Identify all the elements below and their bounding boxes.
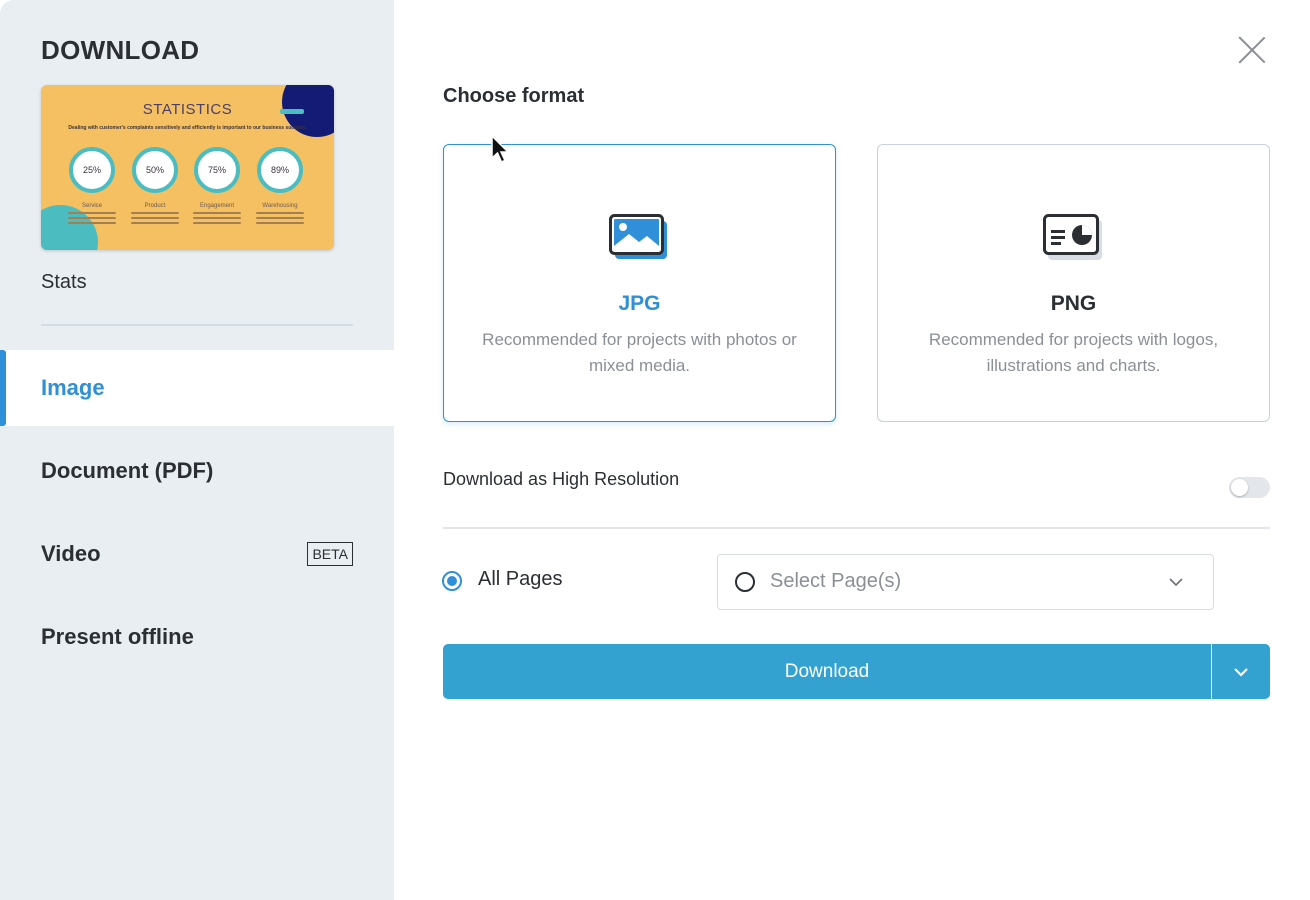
thumbnail-stat-description [62, 212, 122, 226]
format-name: PNG [1050, 292, 1097, 315]
download-button[interactable]: Download [443, 644, 1211, 699]
nav-item-label: Present offline [41, 624, 194, 649]
choose-format-heading: Choose format [443, 85, 585, 107]
chart-card-icon [1043, 214, 1102, 260]
nav-item-label: Image [41, 375, 105, 400]
select-pages-dropdown[interactable]: Select Page(s) [717, 554, 1214, 610]
nav-item-label: Video [41, 541, 101, 566]
thumbnail-stat-circle: 89% [257, 147, 303, 193]
project-name: Stats [41, 271, 87, 293]
high-resolution-toggle[interactable] [1229, 477, 1270, 498]
image-icon [609, 214, 667, 259]
format-name: JPG [618, 292, 661, 315]
thumbnail-stat-circle: 25% [69, 147, 115, 193]
nav-item-document-pdf[interactable]: Document (PDF) [0, 433, 394, 509]
chevron-down-icon [1234, 668, 1248, 677]
section-divider [443, 527, 1270, 529]
nav-item-image[interactable]: Image [0, 350, 394, 426]
select-pages-placeholder: Select Page(s) [770, 570, 902, 592]
thumbnail-subtitle: Dealing with customer's complaints sensi… [68, 125, 307, 131]
format-description: Recommended for projects with logos, ill… [928, 330, 1219, 375]
thumbnail-title: STATISTICS [142, 101, 233, 118]
thumbnail-stat-label: Product [144, 203, 166, 209]
select-pages-radio[interactable] [735, 572, 755, 592]
nav-item-video[interactable]: Video BETA [0, 516, 394, 592]
sidebar: DOWNLOAD STATISTICS Dealing with custome… [0, 0, 394, 900]
sidebar-divider [41, 324, 353, 326]
all-pages-radio[interactable] [442, 571, 462, 591]
thumbnail-stat-description [187, 212, 247, 226]
thumbnail-stat-circle: 75% [194, 147, 240, 193]
download-button-label: Download [784, 660, 870, 682]
thumbnail-stat-circle: 50% [132, 147, 178, 193]
thumbnail-stat-label: Service [81, 203, 102, 209]
download-options-button[interactable] [1212, 644, 1270, 699]
close-icon[interactable] [1236, 34, 1268, 66]
all-pages-label[interactable]: All Pages [478, 568, 563, 591]
thumbnail-stat-description [250, 212, 310, 226]
chevron-down-icon [1169, 578, 1183, 587]
mouse-cursor-icon [491, 134, 510, 163]
thumbnail-stat-label: Warehousing [262, 203, 298, 209]
format-card-png[interactable]: PNG Recommended for projects with logos,… [877, 144, 1270, 422]
sidebar-title: DOWNLOAD [41, 35, 200, 65]
format-description: Recommended for projects with photos or … [482, 330, 797, 375]
nav-item-present-offline[interactable]: Present offline [0, 599, 394, 675]
high-resolution-label: Download as High Resolution [443, 469, 680, 489]
beta-badge: BETA [307, 542, 353, 566]
thumbnail-stat-label: Engagement [199, 203, 235, 209]
format-card-jpg[interactable]: JPG Recommended for projects with photos… [443, 144, 836, 422]
project-thumbnail: STATISTICS Dealing with customer's compl… [41, 85, 334, 250]
nav-item-label: Document (PDF) [41, 458, 214, 483]
thumbnail-stat-description [125, 212, 185, 226]
